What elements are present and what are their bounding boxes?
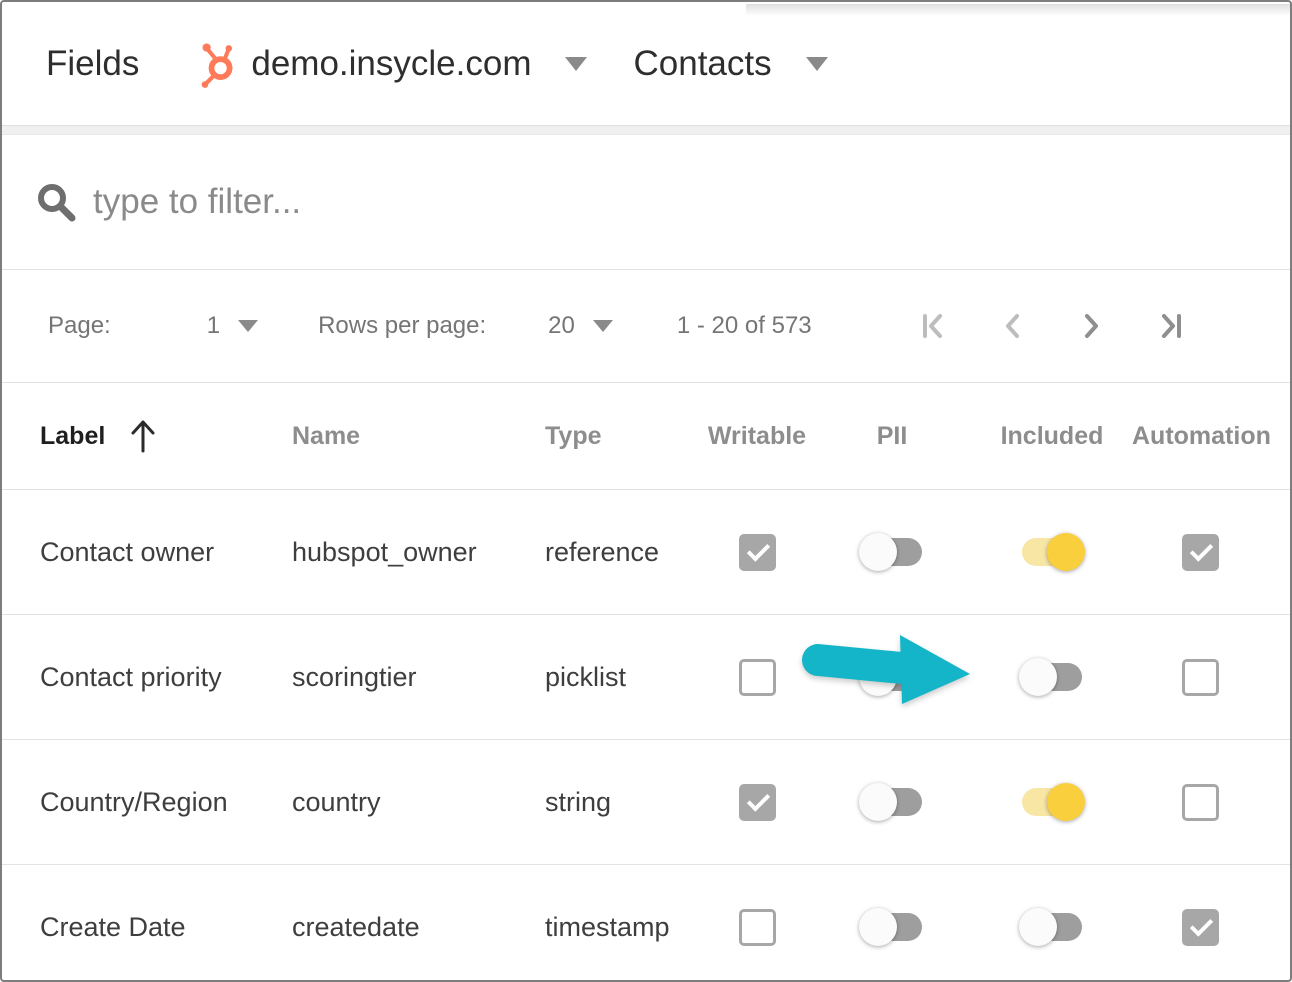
column-header-name[interactable]: Name: [292, 422, 545, 451]
pagination-range: 1 - 20 of 573: [677, 312, 812, 340]
writable-checkbox[interactable]: [739, 909, 776, 946]
sort-ascending-arrow-up-icon: [129, 418, 157, 454]
automation-checkbox[interactable]: [1182, 909, 1219, 946]
pii-toggle[interactable]: [859, 907, 925, 947]
automation-checkbox[interactable]: [1182, 534, 1219, 571]
pii-toggle[interactable]: [859, 782, 925, 822]
annotation-arrow-icon: [800, 626, 975, 711]
object-type-name[interactable]: Contacts: [633, 44, 771, 84]
pagination-bar: Page: 1 Rows per page: 20 1 - 20 of 573: [2, 270, 1290, 383]
included-toggle[interactable]: [1019, 907, 1085, 947]
page-header: Fields demo.insycle.com Contacts: [2, 2, 1290, 125]
object-type-dropdown-caret-icon[interactable]: [806, 57, 828, 71]
account-dropdown-caret-icon[interactable]: [565, 57, 587, 71]
toggle-knob: [859, 533, 897, 571]
column-header-pii[interactable]: PII: [812, 422, 972, 451]
last-page-button[interactable]: [1156, 310, 1188, 342]
field-label: Create Date: [40, 912, 292, 943]
top-border-shadow: [746, 4, 1292, 16]
account-name[interactable]: demo.insycle.com: [251, 44, 531, 84]
field-label: Contact owner: [40, 537, 292, 568]
included-toggle[interactable]: [1019, 782, 1085, 822]
pagination-nav: [868, 310, 1188, 342]
automation-checkbox[interactable]: [1182, 659, 1219, 696]
search-icon: [35, 181, 77, 223]
automation-checkbox[interactable]: [1182, 784, 1219, 821]
included-toggle[interactable]: [1019, 657, 1085, 697]
writable-checkbox[interactable]: [739, 659, 776, 696]
header-divider-band: [2, 125, 1290, 135]
first-page-icon: [916, 310, 948, 342]
filter-bar: [2, 135, 1290, 270]
field-name: createdate: [292, 912, 545, 943]
hubspot-sprocket-icon: [191, 39, 237, 89]
table-row: Contact owner hubspot_owner reference: [2, 490, 1290, 615]
field-type: timestamp: [545, 912, 702, 943]
column-header-included[interactable]: Included: [972, 422, 1132, 451]
column-header-automation[interactable]: Automation: [1132, 422, 1268, 451]
next-page-icon: [1076, 310, 1108, 342]
toggle-knob: [859, 783, 897, 821]
column-header-type[interactable]: Type: [545, 422, 702, 451]
included-toggle[interactable]: [1019, 532, 1085, 572]
column-header-label[interactable]: Label: [40, 418, 292, 454]
field-type: string: [545, 787, 702, 818]
filter-input[interactable]: [91, 181, 1195, 223]
writable-checkbox[interactable]: [739, 784, 776, 821]
toggle-knob: [1019, 908, 1057, 946]
rows-per-page-label: Rows per page:: [318, 312, 486, 340]
page-label: Page:: [48, 312, 111, 340]
field-type: reference: [545, 537, 702, 568]
column-header-writable[interactable]: Writable: [702, 422, 812, 451]
toggle-knob: [1019, 658, 1057, 696]
rows-per-page-value[interactable]: 20: [548, 312, 575, 340]
pii-toggle[interactable]: [859, 532, 925, 572]
column-header-label-text: Label: [40, 422, 105, 451]
writable-checkbox[interactable]: [739, 534, 776, 571]
table-row: Create Date createdate timestamp: [2, 865, 1290, 982]
next-page-button[interactable]: [1076, 310, 1108, 342]
previous-page-button[interactable]: [996, 310, 1028, 342]
table-header-row: Label Name Type Writable PII Included Au…: [2, 383, 1290, 490]
table-row: Contact priority scoringtier picklist: [2, 615, 1290, 740]
page-select-value[interactable]: 1: [207, 312, 220, 340]
field-type: picklist: [545, 662, 702, 693]
top-border-gap: [733, 2, 746, 5]
toggle-knob: [859, 908, 897, 946]
toggle-knob: [1047, 533, 1085, 571]
first-page-button[interactable]: [916, 310, 948, 342]
page-title: Fields: [46, 44, 139, 84]
table-row: Country/Region country string: [2, 740, 1290, 865]
rows-per-page-caret-icon[interactable]: [593, 320, 613, 332]
toggle-knob: [1047, 783, 1085, 821]
page-select-caret-icon[interactable]: [238, 320, 258, 332]
field-label: Contact priority: [40, 662, 292, 693]
fields-page: Fields demo.insycle.com Contacts: [0, 0, 1292, 982]
field-name: hubspot_owner: [292, 537, 545, 568]
last-page-icon: [1156, 310, 1188, 342]
field-name: country: [292, 787, 545, 818]
field-name: scoringtier: [292, 662, 545, 693]
previous-page-icon: [996, 310, 1028, 342]
field-label: Country/Region: [40, 787, 292, 818]
